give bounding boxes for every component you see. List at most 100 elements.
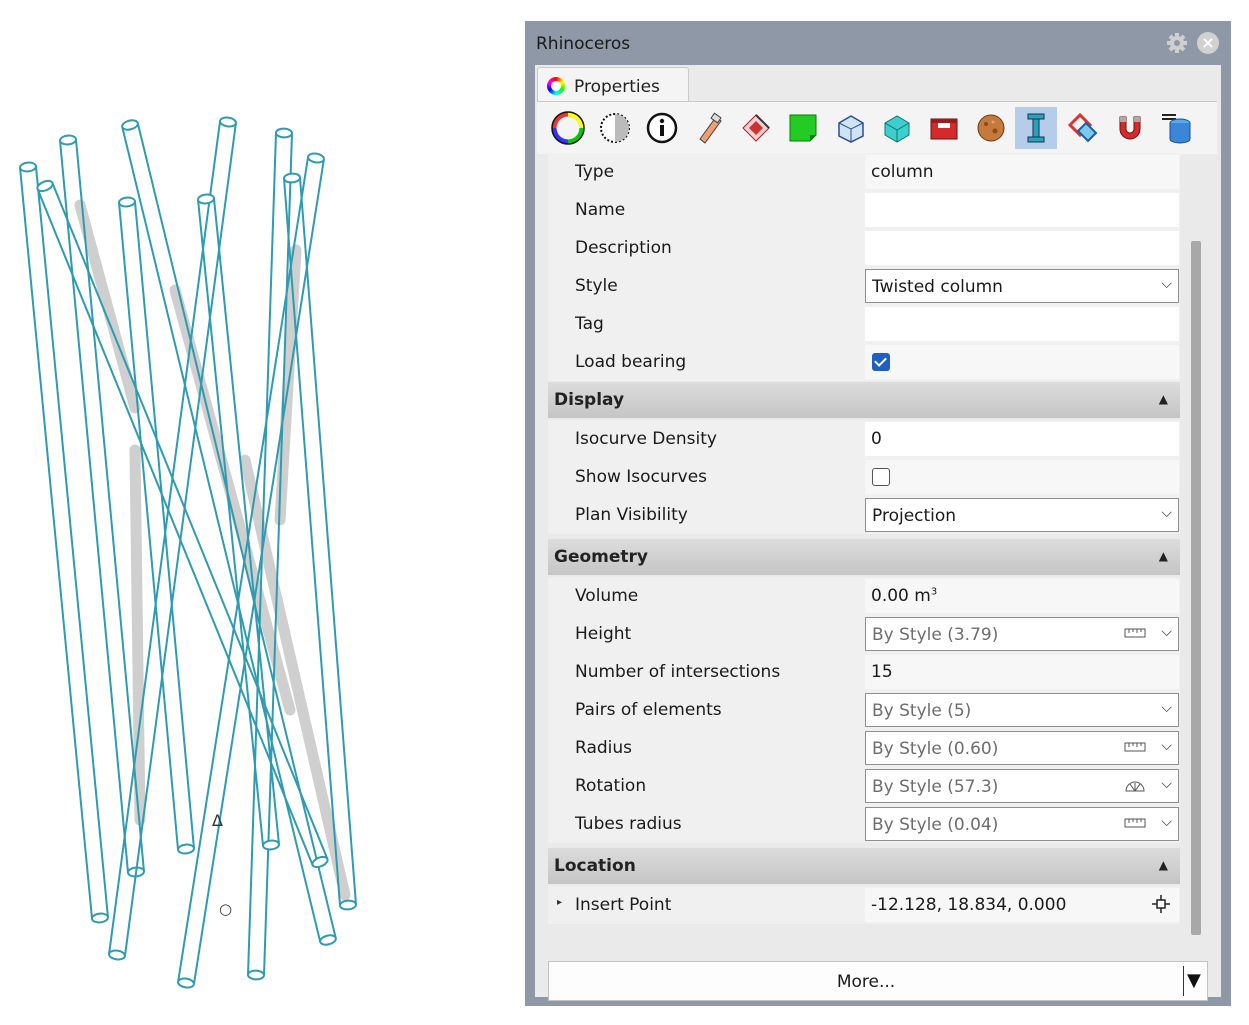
chevron-down-icon: ⌵ [1161, 776, 1172, 792]
gumball-circle-marker[interactable]: ○ [219, 900, 232, 918]
protractor-icon[interactable] [1124, 778, 1146, 792]
volume-text: 0.00 m [871, 586, 931, 606]
plan-visibility-dropdown[interactable]: Projection ⌵ [865, 498, 1179, 532]
row-volume: Volume 0.00 m3 [548, 577, 1180, 615]
section-location[interactable]: Location ▲ [548, 848, 1180, 884]
decal-icon[interactable] [688, 107, 730, 149]
tag-label: Tag [575, 314, 604, 334]
close-icon: × [1201, 33, 1215, 52]
bounding-box-icon[interactable] [923, 107, 965, 149]
style-value: Twisted column [872, 277, 1003, 297]
show-isocurves-checkbox[interactable] [872, 468, 890, 486]
properties-panel-window: Rhinoceros × Properties Type column Name… [525, 21, 1231, 1006]
structure-icon[interactable] [1062, 107, 1104, 149]
row-description: Description [548, 229, 1180, 267]
intersections-label: Number of intersections [575, 662, 781, 682]
collapse-caret-icon: ▲ [1158, 392, 1168, 406]
row-intersections: Number of intersections 15 [548, 653, 1180, 691]
magnet-icon[interactable] [1109, 107, 1151, 149]
dropdown-arrow-icon[interactable]: ▼ [1187, 970, 1201, 991]
tag-field[interactable] [865, 307, 1179, 341]
isocurve-density-field[interactable]: 0 [865, 422, 1179, 456]
pairs-dropdown[interactable]: By Style (5) ⌵ [865, 693, 1179, 727]
rock-material-icon[interactable] [970, 107, 1012, 149]
ruler-icon[interactable] [1124, 740, 1146, 754]
height-dropdown[interactable]: By Style (3.79) ⌵ [865, 617, 1179, 651]
radius-dropdown[interactable]: By Style (0.60) ⌵ [865, 731, 1179, 765]
texture-mapping-icon[interactable] [735, 107, 777, 149]
row-radius: Radius By Style (0.60) ⌵ [548, 729, 1180, 767]
row-plan-visibility: Plan Visibility Projection ⌵ [548, 496, 1180, 534]
pick-point-icon[interactable] [1151, 894, 1171, 914]
style-dropdown[interactable]: Twisted column ⌵ [865, 269, 1179, 303]
chevron-down-icon: ⌵ [1161, 505, 1172, 521]
more-button-separator [1183, 966, 1184, 996]
row-tubes-radius: Tubes radius By Style (0.04) ⌵ [548, 805, 1180, 843]
geometry-section-title: Geometry [554, 547, 648, 567]
twisted-column-wireframe[interactable] [0, 0, 520, 1025]
show-isocurves-label: Show Isocurves [575, 467, 708, 487]
tubes-radius-label: Tubes radius [575, 814, 682, 834]
transparency-icon[interactable] [594, 107, 636, 149]
isocurve-density-label: Isocurve Density [575, 429, 717, 449]
collapse-caret-icon: ▲ [1158, 549, 1168, 563]
volume-value: 0.00 m3 [865, 579, 1179, 613]
section-geometry[interactable]: Geometry ▲ [548, 539, 1180, 575]
tube-shadow [169, 284, 296, 716]
load-bearing-label: Load bearing [575, 352, 687, 372]
tubes-radius-dropdown[interactable]: By Style (0.04) ⌵ [865, 807, 1179, 841]
properties-icon-toolbar [537, 101, 1217, 154]
name-label: Name [575, 200, 626, 220]
name-field[interactable] [865, 193, 1179, 227]
gumball-triangle-marker[interactable]: Δ [212, 811, 223, 830]
type-text: column [871, 162, 934, 182]
show-isocurves-value [865, 460, 1179, 494]
stacked-cylinder-icon[interactable] [1156, 107, 1198, 149]
description-label: Description [575, 238, 672, 258]
chevron-down-icon: ⌵ [1161, 814, 1172, 830]
more-button[interactable]: More... ▼ [548, 961, 1208, 1001]
row-insert-point: ▸ Insert Point -12.128, 18.834, 0.000 [548, 886, 1180, 924]
rotation-dropdown[interactable]: By Style (57.3) ⌵ [865, 769, 1179, 803]
section-display[interactable]: Display ▲ [548, 382, 1180, 418]
row-type: Type column [548, 153, 1180, 191]
close-button[interactable]: × [1197, 32, 1219, 54]
chevron-down-icon: ⌵ [1161, 738, 1172, 754]
pairs-label: Pairs of elements [575, 700, 722, 720]
layer-icon[interactable] [782, 107, 824, 149]
radius-label: Radius [575, 738, 633, 758]
ruler-icon[interactable] [1124, 816, 1146, 830]
viewport[interactable]: Δ ○ [0, 0, 520, 1025]
row-name: Name [548, 191, 1180, 229]
info-icon[interactable] [641, 107, 683, 149]
description-field[interactable] [865, 231, 1179, 265]
rotation-label: Rotation [575, 776, 647, 796]
shaded-object-icon[interactable] [829, 107, 871, 149]
ruler-icon[interactable] [1124, 626, 1146, 640]
row-load-bearing: Load bearing [548, 343, 1180, 381]
panel-content: Properties Type column Name Description … [535, 65, 1221, 1001]
type-value: column [865, 155, 1179, 189]
gear-icon[interactable] [1166, 32, 1188, 54]
properties-list: Type column Name Description Style Twist… [548, 153, 1180, 995]
insert-point-label: Insert Point [575, 895, 672, 915]
tab-properties-label: Properties [574, 77, 660, 97]
type-label: Type [575, 162, 615, 182]
row-pairs: Pairs of elements By Style (5) ⌵ [548, 691, 1180, 729]
volume-label: Volume [575, 586, 639, 606]
style-label: Style [575, 276, 618, 296]
mesh-object-icon[interactable] [876, 107, 918, 149]
scrollbar-thumb[interactable] [1191, 241, 1201, 935]
material-color-icon[interactable] [547, 107, 589, 149]
intersections-value: 15 [865, 655, 1179, 689]
chevron-down-icon: ⌵ [1161, 276, 1172, 292]
display-section-title: Display [554, 390, 625, 410]
chevron-down-icon: ⌵ [1161, 624, 1172, 640]
expand-arrow-icon[interactable]: ▸ [557, 897, 562, 908]
tab-properties[interactable]: Properties [537, 67, 689, 102]
row-style: Style Twisted column ⌵ [548, 267, 1180, 305]
panel-titlebar[interactable]: Rhinoceros × [525, 21, 1231, 65]
load-bearing-checkbox[interactable] [872, 353, 890, 371]
column-icon[interactable] [1015, 107, 1057, 149]
chevron-down-icon: ⌵ [1161, 700, 1172, 716]
